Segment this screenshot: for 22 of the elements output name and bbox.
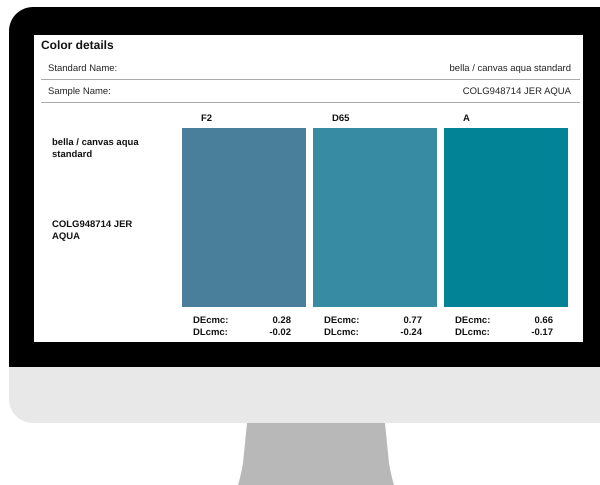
field-label: Sample Name: bbox=[48, 86, 111, 96]
field-value: COLG948714 JER AQUA bbox=[462, 86, 571, 96]
stat-label: DEcmc: bbox=[455, 315, 490, 327]
field-value: bella / canvas aqua standard bbox=[450, 62, 571, 74]
stat-value: -0.17 bbox=[531, 327, 553, 339]
stat-label: DEcmc: bbox=[193, 315, 228, 327]
stat-label: DEcmc: bbox=[324, 315, 360, 327]
stat-label: DLcmc: bbox=[324, 327, 359, 339]
panel-title: Color details bbox=[41, 37, 115, 54]
stat-label: DLcmc: bbox=[193, 327, 228, 339]
stat-value: -0.24 bbox=[400, 327, 422, 339]
field-label: Standard Name: bbox=[48, 62, 118, 74]
sample-name: bella / canvas aqua standard bbox=[52, 137, 140, 161]
stat-value: 0.66 bbox=[534, 315, 553, 327]
illuminant-label: F2 bbox=[200, 113, 214, 126]
stat-label: DLcmc: bbox=[455, 327, 490, 339]
stat-value: -0.02 bbox=[269, 327, 291, 339]
sample-name: COLG948714 JER AQUA bbox=[52, 219, 134, 243]
stat-value: 0.28 bbox=[272, 315, 291, 327]
stat-value: 0.77 bbox=[404, 315, 422, 327]
illuminant-label: A bbox=[462, 113, 471, 126]
illuminant-label: D65 bbox=[331, 113, 350, 126]
